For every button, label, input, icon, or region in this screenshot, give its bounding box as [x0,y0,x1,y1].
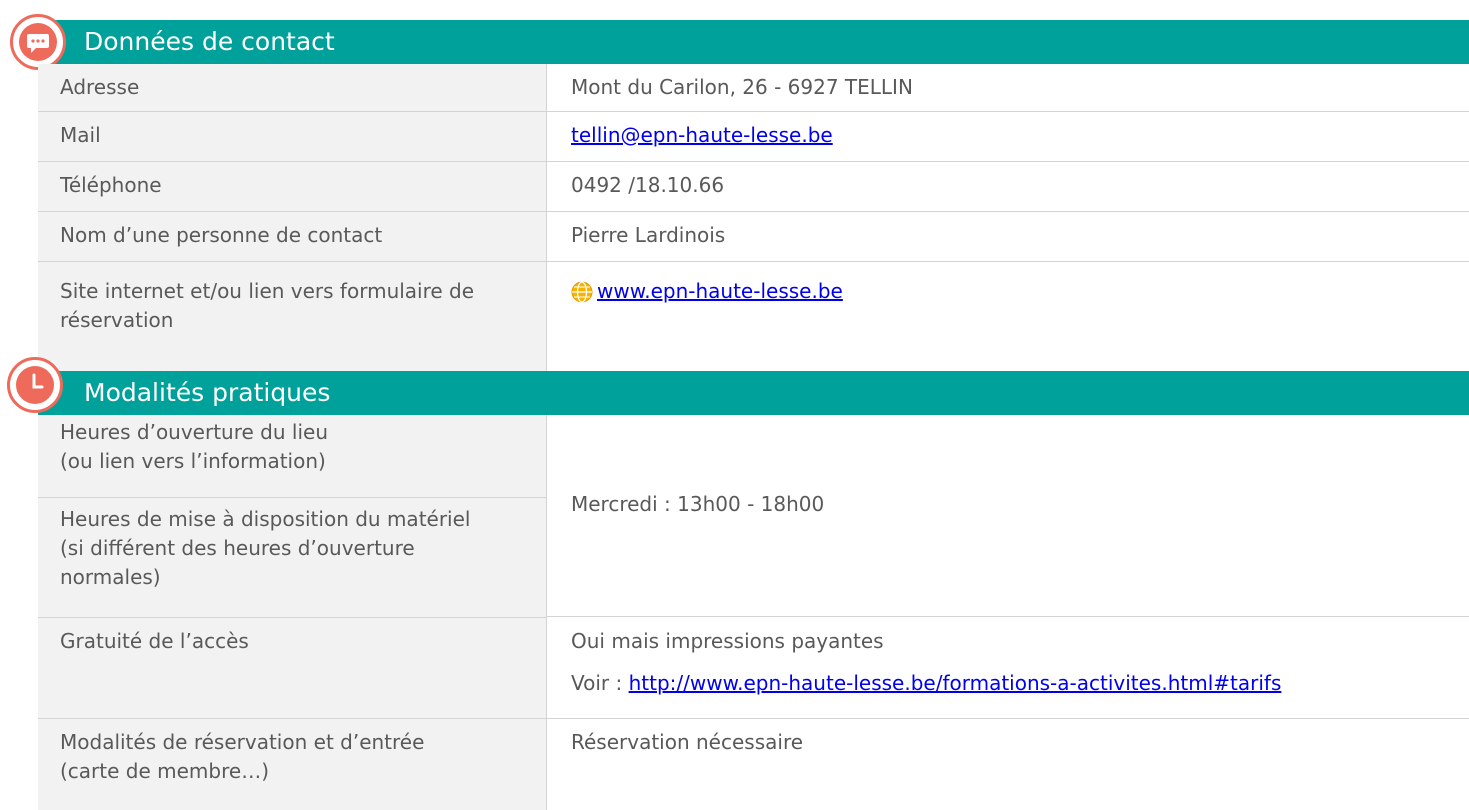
hours-value: Mercredi : 13h00 - 18h00 [547,415,1469,617]
contact-person-label: Nom d’une personne de contact [38,212,547,261]
phone-value: 0492 /18.10.66 [547,162,1469,211]
free-access-value-line1: Oui mais impressions payantes [571,629,884,653]
globe-icon [571,281,593,311]
mail-value-cell: tellin@epn-haute-lesse.be [547,112,1469,161]
mail-link[interactable]: tellin@epn-haute-lesse.be [571,123,833,147]
table-row-website: Site internet et/ou lien vers formulaire… [38,262,1469,371]
free-access-value: Oui mais impressions payantes Voir : htt… [547,618,1469,718]
opening-hours-label-line2: (ou lien vers l’information) [60,449,326,473]
booking-label: Modalités de réservation et d’entrée (ca… [38,719,547,810]
table-row-opening-hours: Heures d’ouverture du lieu (ou lien vers… [38,415,547,498]
equipment-hours-label: Heures de mise à disposition du matériel… [38,498,547,617]
table-row-equipment-hours: Heures de mise à disposition du matériel… [38,498,547,618]
table-row-address: Adresse Mont du Carilon, 26 - 6927 TELLI… [38,64,1469,112]
phone-label: Téléphone [38,162,547,211]
opening-hours-label-line1: Heures d’ouverture du lieu [60,420,328,444]
practical-section-header: Modalités pratiques [38,371,1469,415]
website-value-cell: www.epn-haute-lesse.be [547,262,1469,371]
opening-hours-label: Heures d’ouverture du lieu (ou lien vers… [38,415,547,497]
booking-value: Réservation nécessaire [547,719,1469,810]
hours-value-text: Mercredi : 13h00 - 18h00 [571,492,825,516]
mail-label: Mail [38,112,547,161]
practical-section-title: Modalités pratiques [84,378,331,407]
table-row-mail: Mail tellin@epn-haute-lesse.be [38,112,1469,162]
website-label: Site internet et/ou lien vers formulaire… [38,262,547,371]
address-value: Mont du Carilon, 26 - 6927 TELLIN [547,64,1469,111]
clock-icon [7,357,63,413]
free-access-label: Gratuité de l’accès [38,618,547,718]
speech-bubble-icon [10,14,66,70]
see-prefix: Voir : [571,671,629,695]
table-row-contact-person: Nom d’une personne de contact Pierre Lar… [38,212,1469,262]
table-row-free-access: Gratuité de l’accès Oui mais impressions… [38,618,1469,719]
contact-table: Adresse Mont du Carilon, 26 - 6927 TELLI… [38,64,1469,371]
free-access-value-line2: Voir : http://www.epn-haute-lesse.be/for… [571,669,1469,698]
website-link[interactable]: www.epn-haute-lesse.be [597,279,843,303]
table-row-booking: Modalités de réservation et d’entrée (ca… [38,719,1469,810]
table-row-phone: Téléphone 0492 /18.10.66 [38,162,1469,212]
contact-person-value: Pierre Lardinois [547,212,1469,261]
tariffs-link[interactable]: http://www.epn-haute-lesse.be/formations… [629,671,1282,695]
contact-section-title: Données de contact [84,27,335,56]
practical-table: Heures d’ouverture du lieu (ou lien vers… [38,415,1469,810]
contact-section-header: Données de contact [38,20,1469,64]
address-label: Adresse [38,64,547,111]
